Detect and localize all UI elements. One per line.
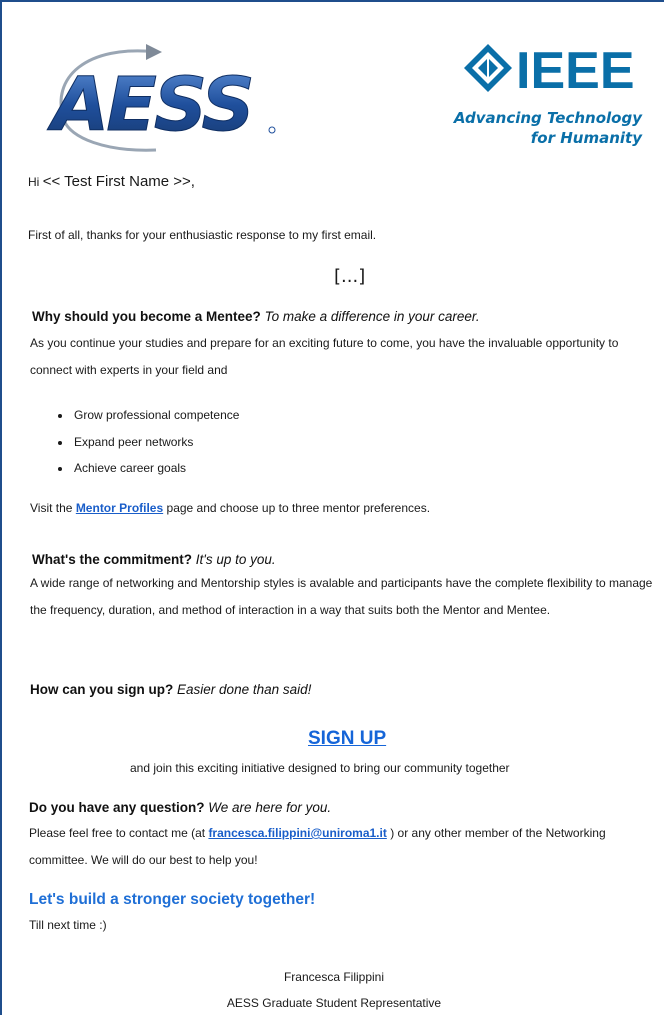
ieee-diamond-icon [464,44,512,92]
mentee-benefits-list: Grow professional competence Expand peer… [50,402,239,482]
signature-name: Francesca Filippini [283,970,385,984]
sign-up-button[interactable]: SIGN UP [308,728,386,750]
mentee-tagline: To make a difference in your career. [264,309,480,324]
greeting-hi: Hi [28,175,40,189]
aess-logo: AESS [47,44,276,152]
question-tagline: We are here for you. [208,800,332,815]
list-item: Achieve career goals [72,455,239,482]
signature-title: AESS Graduate Student Representative [226,996,442,1010]
list-item: Grow professional competence [72,402,239,429]
email-page: AESS IEEE Advancing Technology for Human… [0,0,664,1015]
mentee-body: As you continue your studies and prepare… [30,336,619,377]
mentor-profiles-link[interactable]: Mentor Profiles [76,501,163,515]
question-heading-text: Do you have any question? [29,800,205,815]
closing-slogan: Let's build a stronger society together! [29,891,316,908]
visit-text: Visit the Mentor Profiles page and choos… [30,501,430,515]
question-body: Please feel free to contact me (at franc… [29,820,661,874]
commitment-heading-text: What's the commitment? [32,552,192,567]
commitment-tagline: It's up to you. [195,552,276,567]
signup-heading-text: How can you sign up? [30,682,174,697]
question-heading: Do you have any question? We are here fo… [29,800,331,815]
commitment-body: A wide range of networking and Mentorshi… [30,576,653,617]
ieee-tagline: Advancing Technology for Humanity [454,108,642,148]
commitment-heading: What's the commitment? It's up to you. [32,552,276,567]
visit-prefix: Visit the [30,501,73,515]
closing-till-next-time: Till next time :) [29,918,107,932]
contact-email-link[interactable]: francesca.filippini@uniroma1.it [208,826,386,840]
ieee-tagline-line-1: Advancing Technology [453,109,642,127]
greeting: Hi << Test First Name >>, [28,173,195,190]
signup-heading: How can you sign up? Easier done than sa… [30,682,311,697]
ieee-logo-text: IEEE [516,42,635,100]
ellipsis-marker: [...] [334,266,366,287]
visit-suffix: page and choose up to three mentor prefe… [166,501,431,515]
ieee-tagline-line-2: for Humanity [530,129,642,147]
aess-logo-text: AESS [47,62,252,148]
question-body-prefix: Please feel free to contact me (at [29,826,206,840]
list-item: Expand peer networks [72,429,239,456]
mentee-heading-text: Why should you become a Mentee? [32,309,261,324]
intro-text: First of all, thanks for your enthusiast… [28,228,377,242]
signup-tagline: Easier done than said! [177,682,312,697]
mentee-heading: Why should you become a Mentee? To make … [32,309,480,324]
greeting-name: << Test First Name >>, [42,173,195,190]
logo-header: AESS IEEE Advancing Technology for Human… [2,2,664,167]
signup-subtext: and join this exciting initiative design… [130,761,510,775]
